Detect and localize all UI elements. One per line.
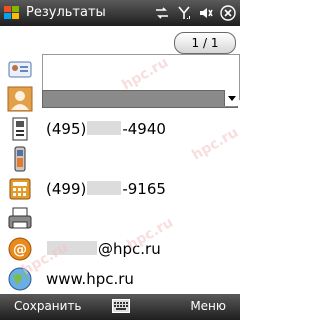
keyboard-icon[interactable] (112, 299, 130, 313)
title-bar: Результаты (0, 0, 240, 26)
soft-key-bar: Сохранить Меню (0, 294, 240, 320)
volume-icon[interactable] (198, 5, 214, 21)
sync-icon[interactable] (154, 5, 170, 21)
work-phone-prefix: (495) (46, 120, 87, 138)
redaction (87, 181, 122, 195)
status-icons (154, 5, 236, 21)
mobile-phone-row[interactable] (0, 144, 240, 174)
svg-text:@: @ (13, 242, 27, 258)
work-phone-icon (12, 117, 28, 141)
business-card-icon[interactable] (7, 56, 33, 82)
window-title: Результаты (26, 5, 106, 20)
fax-row[interactable] (0, 204, 240, 234)
website-value: www.hpc.ru (46, 270, 134, 288)
fax-icon (8, 207, 32, 229)
website-row[interactable]: www.hpc.ru (0, 264, 240, 294)
home-phone-suffix: -9165 (122, 180, 166, 198)
web-icon (8, 267, 32, 291)
menu-button[interactable]: Меню (190, 299, 226, 313)
redaction (87, 121, 122, 135)
save-button[interactable]: Сохранить (14, 299, 82, 313)
desk-phone-icon (9, 178, 31, 200)
redaction (47, 241, 97, 255)
chevron-down-icon[interactable] (224, 90, 239, 106)
home-phone-prefix: (499) (46, 180, 87, 198)
person-icon[interactable] (7, 86, 33, 112)
home-phone-row[interactable]: (499) -9165 (0, 174, 240, 204)
mobile-phone-icon (14, 146, 26, 172)
windows-logo-icon[interactable] (3, 4, 21, 22)
contact-details: 1 / 1 (495) -4940 (499) -9165 @ @hpc.ru … (0, 26, 241, 294)
close-icon[interactable] (220, 5, 236, 21)
category-select[interactable] (42, 90, 238, 108)
email-row[interactable]: @ @hpc.ru (0, 234, 240, 264)
email-icon: @ (8, 237, 32, 261)
email-suffix: @hpc.ru (98, 240, 161, 258)
work-phone-row[interactable]: (495) -4940 (0, 114, 240, 144)
page-indicator[interactable]: 1 / 1 (174, 32, 236, 54)
signal-icon[interactable] (176, 5, 192, 21)
work-phone-suffix: -4940 (122, 120, 166, 138)
